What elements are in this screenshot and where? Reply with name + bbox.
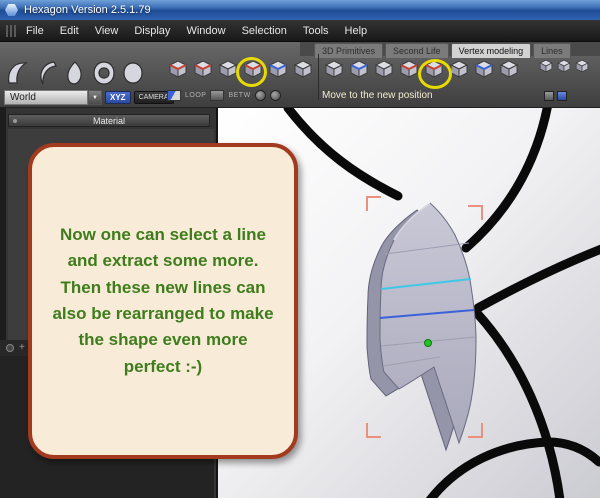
curve-tool-icon[interactable] [33,58,59,88]
selection-tools [4,58,146,88]
select-mode-icon[interactable] [254,90,266,101]
menu-tools[interactable]: Tools [295,22,337,40]
panel-dot-icon [13,119,17,123]
app-icon[interactable] [5,4,18,16]
snap-option-icon[interactable] [544,91,554,101]
mirror-icon[interactable] [556,58,572,79]
extra-options-group [544,91,567,101]
ring-tool-icon[interactable] [91,58,117,88]
hand-tool-icon[interactable] [4,58,30,88]
extrude-face-icon[interactable] [397,56,421,82]
scale-tool-icon[interactable] [447,56,471,82]
menu-bar-items: File Edit View Display Window Selection Tools H… [18,22,375,40]
world-dropdown[interactable]: World [4,90,102,105]
chevron-down-icon[interactable] [88,90,102,105]
hexagon-app-window: Hexagon Version 2.5.1.79 File Edit View Dis… [0,0,600,498]
symmetry-icon[interactable] [538,58,554,79]
loop-label: LOOP [185,92,207,99]
deselect-mode-icon[interactable] [269,90,281,101]
window-title: Hexagon Version 2.5.1.79 [24,4,151,16]
vertex-tools-group-right [322,56,521,82]
remove-edge-icon[interactable] [291,56,315,82]
sweep-tool-icon[interactable] [472,56,496,82]
tutorial-callout: Now one can select a line and extract so… [28,143,298,459]
box-primitive-icon[interactable] [166,56,190,82]
move-vertex-icon[interactable] [322,56,346,82]
tutorial-callout-text: Now one can select a line and extract so… [52,224,274,376]
chamfer-icon[interactable] [372,56,396,82]
menu-bar: File Edit View Display Window Selection Tools H… [0,20,600,42]
material-panel-title: Material [92,115,125,126]
edge-loop-icon[interactable] [266,56,290,82]
menu-grip-icon [6,24,16,37]
collapse-section-icon[interactable] [6,344,14,352]
menu-edit[interactable]: Edit [52,22,87,40]
menu-help[interactable]: Help [337,22,376,40]
surface-tool-icon[interactable] [62,58,88,88]
xyz-button[interactable]: XYZ [105,91,131,104]
move-position-icon[interactable] [422,56,446,82]
title-bar[interactable]: Hexagon Version 2.5.1.79 [0,0,600,20]
extract-edge-icon[interactable] [216,56,240,82]
material-panel-header[interactable]: Material [8,114,210,127]
grid-option-icon[interactable] [557,91,567,101]
menu-selection[interactable]: Selection [234,22,295,40]
toolbar-ribbon: 3D Primitives Second Life Vertex modeling L… [0,42,600,108]
world-row: World XYZ CAMERA [4,90,174,105]
bend-icon[interactable] [574,58,590,79]
world-dropdown-value: World [4,90,88,105]
extract-line-icon[interactable] [241,56,265,82]
tool-tooltip: Move to the new position [322,90,433,101]
edge-select-icon[interactable] [191,56,215,82]
tab-lines[interactable]: Lines [533,43,571,58]
toolbar-divider [318,54,319,100]
ring-select-icon[interactable] [210,90,225,101]
loop-options-row: LOOP BETW [167,89,281,102]
menu-view[interactable]: View [87,22,127,40]
sphere-tool-icon[interactable] [120,58,146,88]
menu-window[interactable]: Window [178,22,233,40]
model-shape[interactable] [366,202,477,451]
weld-vertex-icon[interactable] [347,56,371,82]
extra-tools-group [538,58,590,79]
menu-display[interactable]: Display [126,22,178,40]
pivot-point[interactable] [424,339,432,347]
smooth-tool-icon[interactable] [497,56,521,82]
vertex-tools-group-left [166,56,315,82]
menu-file[interactable]: File [18,22,52,40]
betw-label: BETW [228,92,251,99]
loop-select-icon[interactable] [167,90,181,101]
